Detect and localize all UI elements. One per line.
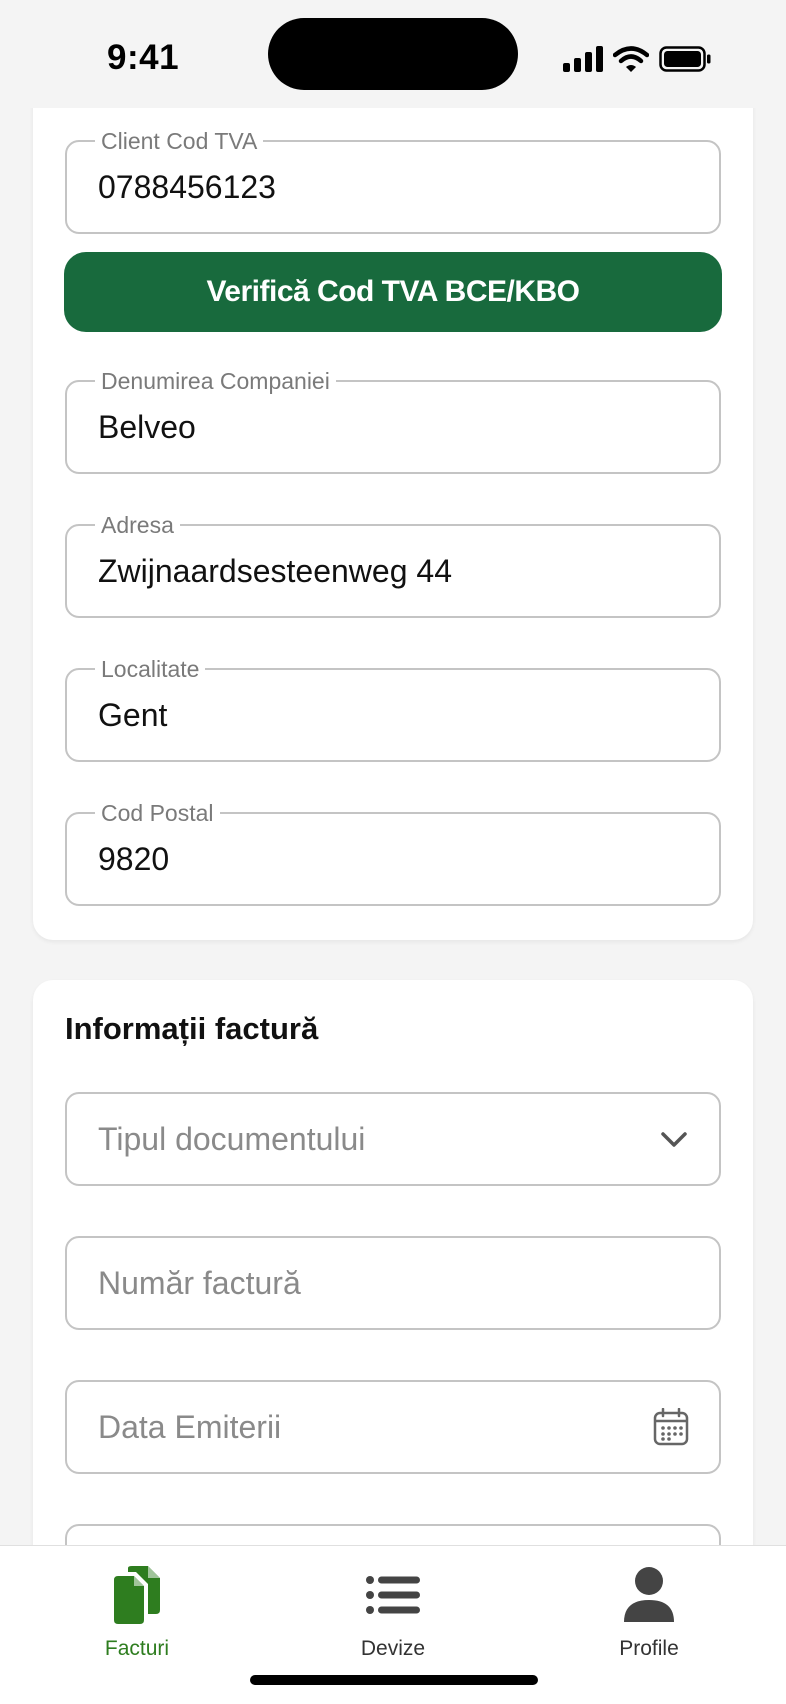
- address-value[interactable]: Zwijnaardsesteenweg 44: [98, 526, 452, 616]
- tab-devize[interactable]: Devize: [313, 1566, 473, 1661]
- invoice-number-field[interactable]: Număr factură: [65, 1236, 721, 1330]
- tab-facturi[interactable]: Facturi: [57, 1566, 217, 1661]
- calendar-icon[interactable]: [653, 1407, 689, 1451]
- company-name-value[interactable]: Belveo: [98, 382, 196, 472]
- vat-code-field[interactable]: Client Cod TVA 0788456123: [65, 128, 721, 234]
- address-field[interactable]: Adresa Zwijnaardsesteenweg 44: [65, 512, 721, 618]
- postal-code-value[interactable]: 9820: [98, 814, 169, 904]
- documents-icon: [114, 1566, 160, 1624]
- invoice-section-title: Informații factură: [65, 1011, 319, 1046]
- invoice-number-placeholder: Număr factură: [98, 1265, 301, 1301]
- postal-code-field[interactable]: Cod Postal 9820: [65, 800, 721, 906]
- battery-icon: [659, 46, 711, 72]
- document-type-placeholder: Tipul documentului: [98, 1121, 366, 1157]
- tab-profile-label: Profile: [619, 1637, 679, 1660]
- city-field[interactable]: Localitate Gent: [65, 656, 721, 762]
- status-bar: 9:41: [0, 0, 786, 108]
- list-icon: [366, 1576, 420, 1614]
- company-name-field[interactable]: Denumirea Companiei Belveo: [65, 368, 721, 474]
- status-icons: [563, 42, 711, 76]
- tab-devize-label: Devize: [360, 1637, 426, 1660]
- person-icon: [624, 1567, 674, 1622]
- tab-profile[interactable]: Profile: [569, 1566, 729, 1661]
- issue-date-field[interactable]: Data Emiterii: [65, 1380, 721, 1474]
- tab-facturi-label: Facturi: [104, 1637, 170, 1660]
- verify-vat-button[interactable]: Verifică Cod TVA BCE/KBO: [64, 252, 722, 332]
- cellular-signal-icon: [563, 46, 603, 72]
- chevron-down-icon[interactable]: [659, 1124, 689, 1159]
- issue-date-placeholder: Data Emiterii: [98, 1409, 282, 1445]
- status-time: 9:41: [107, 38, 180, 77]
- dynamic-island: [268, 18, 518, 90]
- wifi-icon: [613, 46, 649, 72]
- city-value[interactable]: Gent: [98, 670, 167, 760]
- document-type-select[interactable]: Tipul documentului: [65, 1092, 721, 1186]
- vat-code-value[interactable]: 0788456123: [98, 142, 276, 232]
- home-indicator[interactable]: [250, 1675, 538, 1685]
